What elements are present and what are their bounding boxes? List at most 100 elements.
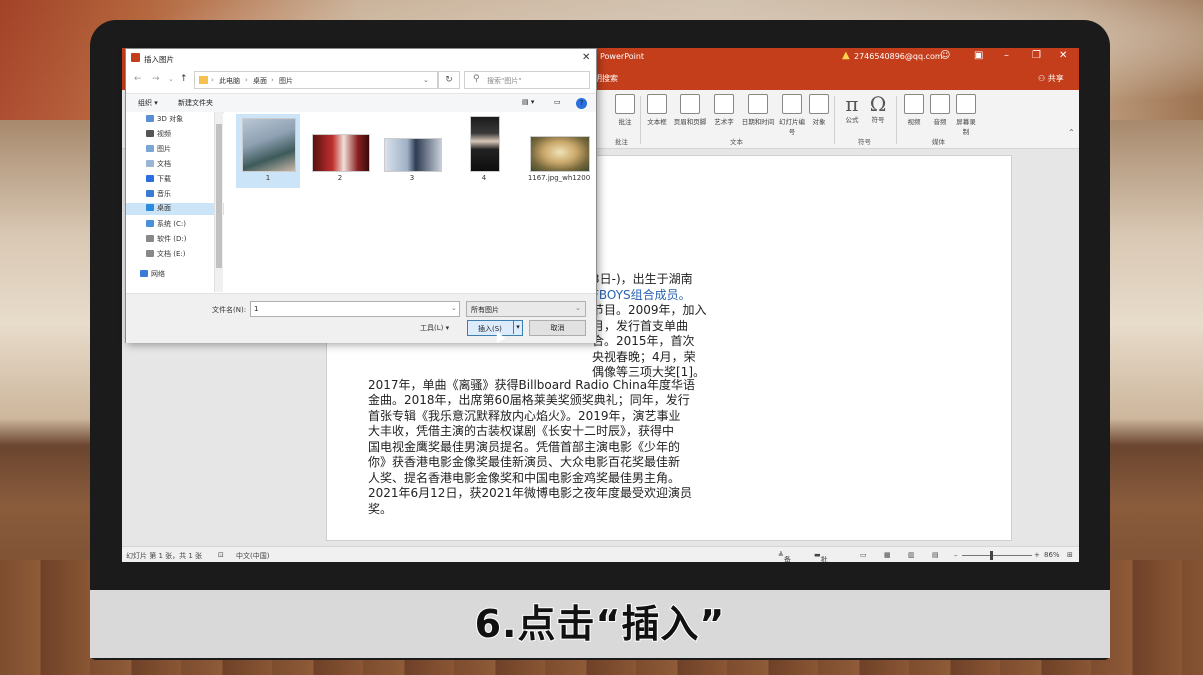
tree-item-drive-e[interactable]: 文档 (E:) <box>146 249 185 261</box>
file-item[interactable]: 2 <box>308 114 372 188</box>
spellcheck-icon[interactable]: ⊡ <box>218 551 224 559</box>
tree-item-drive-d[interactable]: 软件 (D:) <box>146 234 186 246</box>
up-arrow-icon[interactable]: ↑ <box>180 74 188 84</box>
notes-label: 备注 <box>783 556 791 562</box>
preview-pane-icon[interactable]: ▭ <box>554 98 561 106</box>
file-item[interactable]: 1 <box>236 114 300 188</box>
group-separator <box>896 96 897 144</box>
normal-view-icon[interactable]: ▭ <box>860 551 867 559</box>
chevron-down-icon[interactable]: ⌄ <box>451 304 457 312</box>
address-dropdown-icon[interactable]: ⌄ <box>423 76 429 84</box>
slide-info: 幻灯片 第 1 张，共 1 张 <box>126 552 203 560</box>
scrollbar-thumb[interactable] <box>216 124 222 268</box>
tell-me-search[interactable]: 明搜索 <box>594 73 618 84</box>
zoom-slider[interactable] <box>962 555 1032 556</box>
slide-line: 国电视金鹰奖最佳男演员提名。凭借首部主演电影《少年的 <box>368 439 681 454</box>
slide-line: 大丰收，凭借主演的古装权谋剧《长安十二时辰》，获得中 <box>368 424 675 438</box>
new-folder-button[interactable]: 新建文件夹 <box>178 98 213 108</box>
symbol-label: 符号 <box>871 116 885 124</box>
organize-button[interactable]: 组织 ▾ <box>138 98 158 108</box>
help-icon[interactable]: ? <box>576 98 587 109</box>
tree-item-documents[interactable]: 文档 <box>146 159 171 171</box>
account-label[interactable]: 2746540896@qq.com <box>854 52 943 61</box>
file-item[interactable]: 3 <box>380 114 444 188</box>
fit-slide-icon[interactable]: ⊞ <box>1067 551 1073 559</box>
file-type-select[interactable]: 所有图片 ⌄ <box>466 301 586 317</box>
collapse-ribbon-icon[interactable]: ⌃ <box>1068 128 1075 137</box>
view-options-icon[interactable]: ▤ ▾ <box>522 98 534 106</box>
audio-button[interactable]: 音频 <box>928 94 952 126</box>
avatar[interactable]: ☺ <box>940 50 950 61</box>
tree-item-downloads[interactable]: 下载 <box>146 174 171 186</box>
close-button[interactable]: ✕ <box>1059 50 1067 61</box>
tools-button[interactable]: 工具(L) ▾ <box>420 323 449 333</box>
breadcrumb-desktop[interactable]: 桌面 <box>253 76 267 86</box>
comment-button[interactable]: 批注 <box>614 94 636 126</box>
audio-label: 音频 <box>933 118 947 126</box>
tree-item-3d-objects[interactable]: 3D 对象 <box>146 114 183 126</box>
breadcrumb-pictures[interactable]: 图片 <box>279 76 293 86</box>
slideshow-icon[interactable]: ▤ <box>932 551 939 559</box>
equation-button[interactable]: π 公式 <box>840 94 864 124</box>
address-bar[interactable]: › 此电脑 › 桌面 › 图片 ⌄ <box>194 71 438 89</box>
header-footer-button[interactable]: 页眉和页脚 <box>672 94 708 126</box>
comments-button[interactable]: ▬ 批注 <box>814 551 828 562</box>
wordart-button[interactable]: 艺术字 <box>712 94 736 126</box>
slide-sorter-icon[interactable]: ▦ <box>884 551 891 559</box>
group-label-comment: 批注 <box>615 138 628 146</box>
refresh-button[interactable]: ↻ <box>438 71 460 89</box>
screen-record-label: 屏幕录制 <box>956 118 976 136</box>
tree-item-music[interactable]: 音乐 <box>146 189 171 201</box>
recent-dropdown-icon[interactable]: ⌄ <box>168 75 174 83</box>
zoom-in-button[interactable]: + <box>1034 551 1040 559</box>
ribbon-display-icon[interactable]: ▣ <box>974 50 983 61</box>
zoom-slider-thumb[interactable] <box>990 551 993 560</box>
object-button[interactable]: 对象 <box>808 94 830 126</box>
tree-item-pictures[interactable]: 图片 <box>146 144 171 156</box>
filename-value: 1 <box>254 305 259 313</box>
symbol-button[interactable]: Ω 符号 <box>866 94 890 124</box>
breadcrumb-this-pc[interactable]: 此电脑 <box>219 76 240 86</box>
cancel-button[interactable]: 取消 <box>529 320 586 336</box>
tree-item-label: 3D 对象 <box>157 115 184 123</box>
speaker-icon <box>930 94 950 114</box>
search-box[interactable]: ⚲ 搜索"图片" <box>464 71 590 89</box>
maximize-button[interactable]: ❐ <box>1032 50 1041 61</box>
filename-input[interactable]: 1 ⌄ <box>250 301 460 317</box>
zoom-out-button[interactable]: – <box>954 551 958 559</box>
zoom-level[interactable]: 86% <box>1044 551 1060 559</box>
file-item[interactable]: 4 <box>452 114 516 188</box>
share-button[interactable]: ⚇ 共享 <box>1038 73 1064 84</box>
tree-item-label: 下载 <box>157 175 171 183</box>
language-indicator[interactable]: 中文(中国) <box>236 551 269 561</box>
back-arrow-icon[interactable]: ← <box>134 74 142 84</box>
download-icon <box>146 175 154 182</box>
address-row: ← → ⌄ ↑ › 此电脑 › 桌面 › 图片 ⌄ ↻ ⚲ 搜索"图片" <box>126 69 596 91</box>
reading-view-icon[interactable]: ▥ <box>908 551 915 559</box>
photo-thumbnail <box>530 136 590 172</box>
tree-item-label: 系统 (C:) <box>157 220 186 228</box>
textbox-button[interactable]: 文本框 <box>644 94 670 126</box>
insert-dropdown-button[interactable]: ▾ <box>513 320 522 334</box>
tree-item-drive-c[interactable]: 系统 (C:) <box>146 219 186 231</box>
tree-scrollbar[interactable] <box>214 112 223 292</box>
dialog-close-button[interactable]: ✕ <box>582 52 590 63</box>
dialog-title: 插入图片 <box>144 55 174 64</box>
datetime-label: 日期和时间 <box>741 118 775 126</box>
minimize-button[interactable]: – <box>1004 50 1009 61</box>
file-item[interactable]: 1167.jpg_wh1200 <box>524 114 594 188</box>
screen-record-button[interactable]: 屏幕录制 <box>954 94 978 136</box>
notes-button[interactable]: ≜ 备注 <box>778 551 791 562</box>
forward-arrow-icon[interactable]: → <box>152 74 160 84</box>
file-list: 1 2 3 4 1167.jpg_wh1200 <box>224 112 596 292</box>
datetime-button[interactable]: 日期和时间 <box>738 94 778 126</box>
tree-item-label: 文档 (E:) <box>157 250 186 258</box>
3d-objects-icon <box>146 115 154 122</box>
slide-line: 2021年6月12日，获2021年微博电影之夜年度最受欢迎演员 <box>368 486 692 500</box>
video-button[interactable]: 视频 <box>902 94 926 126</box>
comment-label: 批注 <box>618 118 632 126</box>
tree-item-label: 桌面 <box>157 204 171 212</box>
tree-item-network[interactable]: 网络 <box>140 269 165 281</box>
tree-item-videos[interactable]: 视频 <box>146 129 171 141</box>
slide-number-button[interactable]: 幻灯片编号 <box>778 94 806 136</box>
